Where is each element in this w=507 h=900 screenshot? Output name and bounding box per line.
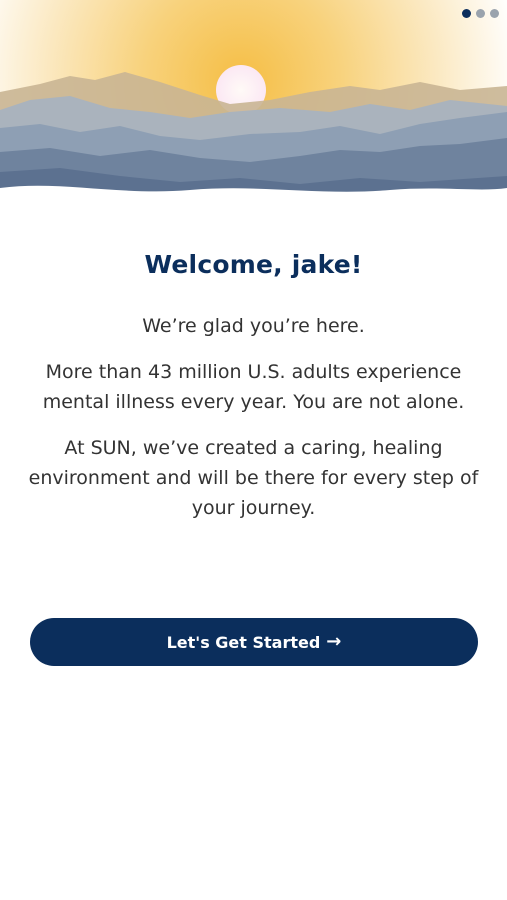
welcome-title: Welcome, jake! (144, 250, 363, 279)
page-dot-active[interactable] (462, 9, 471, 18)
welcome-paragraph-mission: At SUN, we’ve created a caring, healing … (28, 437, 479, 519)
get-started-button[interactable]: Let's Get Started → (30, 618, 478, 666)
page-dot[interactable] (476, 9, 485, 18)
arrow-right-icon: → (326, 631, 342, 652)
page-indicator (462, 9, 499, 18)
sunrise-illustration (0, 0, 507, 200)
get-started-label: Let's Get Started (166, 632, 321, 652)
welcome-paragraph-stats: More than 43 million U.S. adults experie… (42, 361, 465, 413)
onboarding-screen: Welcome, jake! We’re glad you’re here. M… (0, 0, 507, 900)
welcome-content: Welcome, jake! We’re glad you’re here. M… (0, 250, 507, 523)
mountains-sun-image (0, 0, 507, 200)
welcome-lead: We’re glad you’re here. (142, 315, 365, 337)
page-dot[interactable] (490, 9, 499, 18)
